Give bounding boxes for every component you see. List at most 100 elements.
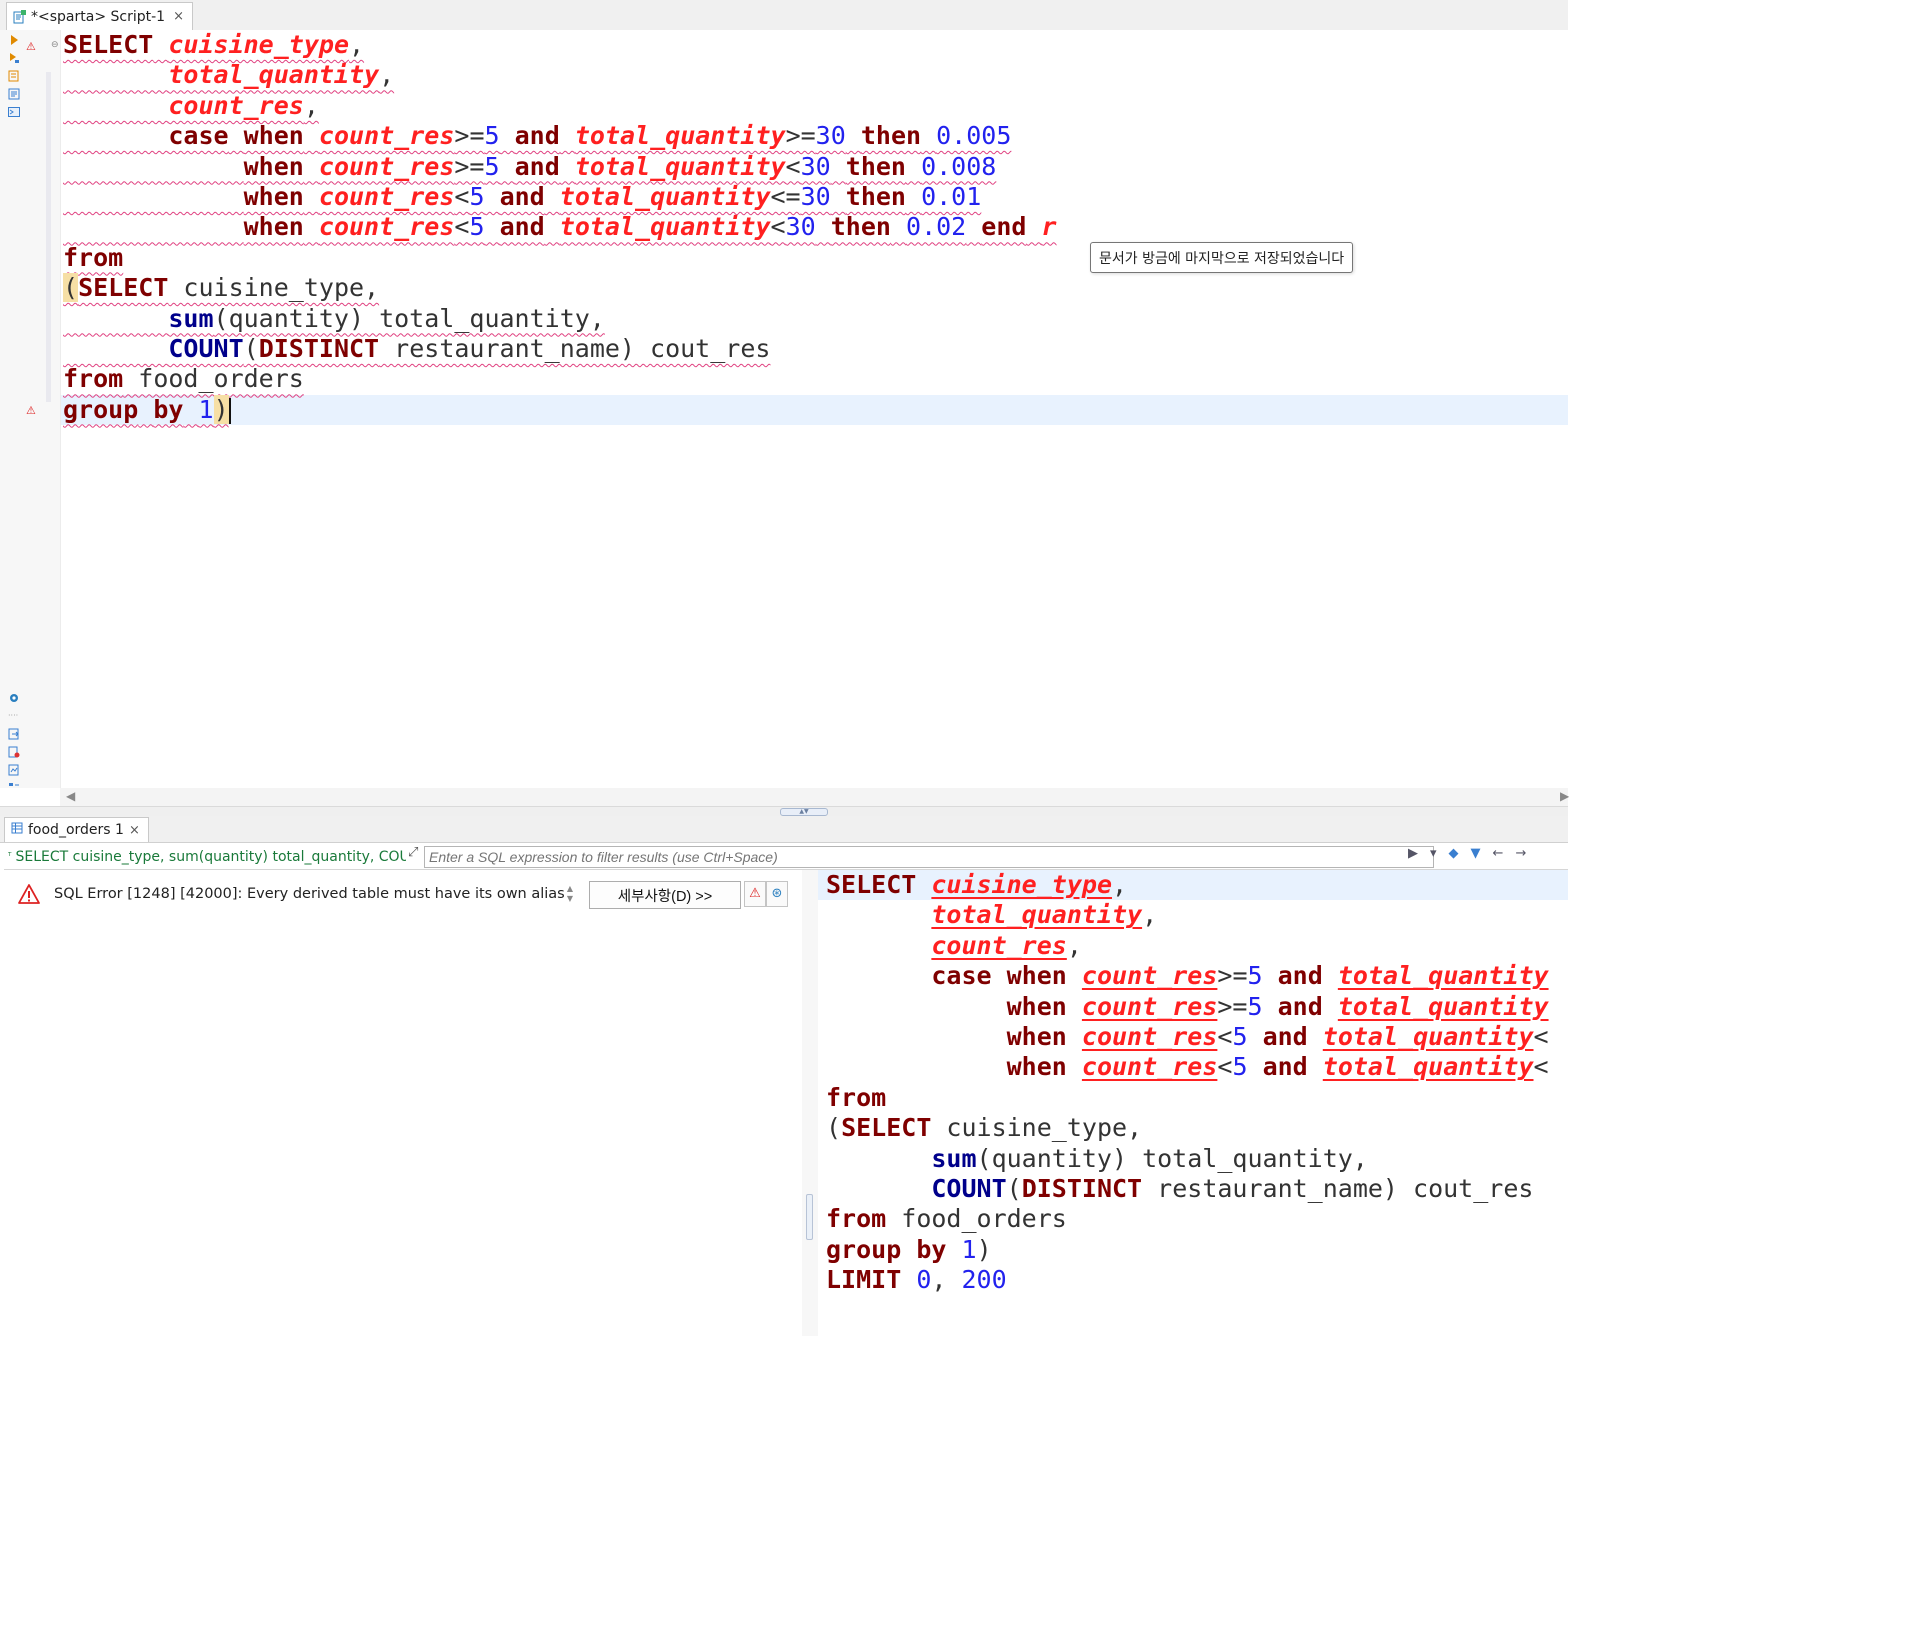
code-token: 0 xyxy=(916,1265,932,1295)
back-arrow-icon[interactable]: ← xyxy=(1493,846,1504,861)
warning-marker-icon[interactable]: ⚠ xyxy=(26,404,36,417)
code-token: DISTINCT xyxy=(1021,1173,1143,1203)
dropdown-chevron-icon[interactable]: ▾ xyxy=(1430,846,1437,861)
execute-script-icon[interactable] xyxy=(8,52,20,64)
code-line: group by 1) xyxy=(61,394,1568,426)
splitter-grip-icon[interactable] xyxy=(806,1194,813,1240)
code-token: ) xyxy=(976,1234,992,1264)
filter-expression-input[interactable] xyxy=(424,846,1434,868)
code-token: by xyxy=(916,1234,947,1264)
code-token: 0.008 xyxy=(921,151,997,181)
script-tab[interactable]: *<sparta> Script-1 × xyxy=(6,2,193,30)
code-token: 0.005 xyxy=(936,121,1012,151)
code-token: and xyxy=(499,212,545,242)
close-icon[interactable]: × xyxy=(173,9,184,24)
code-token: COUNT xyxy=(931,1173,1007,1203)
new-script-icon[interactable] xyxy=(8,746,20,758)
code-token: , xyxy=(303,90,319,120)
code-line: count_res, xyxy=(63,91,1563,121)
execute-new-tab-icon[interactable] xyxy=(8,70,20,82)
fold-toggle-icon[interactable]: ⊖ xyxy=(51,40,59,50)
eraser-icon[interactable]: ◆ xyxy=(1449,846,1459,861)
code-token: group xyxy=(63,394,139,424)
console-icon[interactable] xyxy=(8,106,20,118)
code-token: < xyxy=(454,212,470,242)
execute-statement-icon[interactable] xyxy=(8,34,20,46)
code-token: cuisine_type, xyxy=(931,1113,1143,1143)
code-token: , xyxy=(1066,930,1082,960)
code-line: count_res, xyxy=(826,931,1568,961)
forward-arrow-icon[interactable]: → xyxy=(1515,846,1526,861)
error-spinner-icon[interactable]: ▲ ▼ xyxy=(562,884,578,906)
code-line: total_quantity, xyxy=(826,900,1568,930)
editor-horizontal-scrollbar[interactable]: ◀ ▶ xyxy=(60,788,1569,806)
close-icon[interactable]: × xyxy=(129,823,140,838)
query-type-icon: ᵀ xyxy=(8,852,12,862)
error-query-splitter[interactable] xyxy=(802,870,818,1336)
code-token: 5 xyxy=(469,181,485,211)
code-token: count_res xyxy=(318,181,455,211)
executed-query-text: SELECT cuisine_type, total_quantity, cou… xyxy=(818,870,1568,1295)
filter-funnel-icon[interactable]: ▼ xyxy=(1471,846,1481,861)
code-token: < xyxy=(785,151,801,181)
code-token: 200 xyxy=(961,1265,1007,1295)
settings-gear-icon[interactable] xyxy=(8,692,20,704)
code-token: 0.02 xyxy=(906,212,967,242)
error-message: SQL Error [1248] [42000]: Every derived … xyxy=(18,884,565,904)
code-token: ( xyxy=(243,333,259,363)
load-script-icon[interactable] xyxy=(8,764,20,776)
scroll-left-icon[interactable]: ◀ xyxy=(66,789,75,803)
splitter-grip-icon[interactable]: ▲▼ xyxy=(780,808,828,816)
text-caret xyxy=(228,397,231,424)
code-token: food_orders xyxy=(123,364,304,394)
execution-log-icon[interactable]: ⊛ xyxy=(766,881,788,907)
code-token: total_quantity xyxy=(1322,1021,1534,1051)
details-button[interactable]: 세부사항(D) >> xyxy=(589,881,741,909)
play-arrow-icon[interactable]: ▶ xyxy=(1408,846,1418,861)
code-token: from xyxy=(63,242,124,272)
warning-marker-icon[interactable]: ⚠ xyxy=(26,40,36,53)
sql-editor[interactable]: ···· ⚠ ⚠ ⊖ SELECT cuisine_type, total_qu… xyxy=(0,30,1568,788)
code-token: when xyxy=(1006,1052,1067,1082)
code-token: total_quantity xyxy=(931,900,1143,930)
outline-icon[interactable] xyxy=(8,782,20,788)
code-token: total_quantity xyxy=(574,121,786,151)
code-token: SELECT xyxy=(826,870,917,899)
expand-icon[interactable]: ⤢ xyxy=(408,845,418,860)
explain-plan-icon[interactable] xyxy=(8,88,20,100)
code-token: and xyxy=(1277,961,1323,991)
export-icon[interactable] xyxy=(8,728,20,740)
scroll-right-icon[interactable]: ▶ xyxy=(1560,789,1569,803)
code-token: from xyxy=(826,1082,887,1112)
error-log-icon[interactable]: ⚠ xyxy=(744,881,766,907)
code-token: when xyxy=(243,121,304,151)
sql-script-text[interactable]: SELECT cuisine_type, total_quantity, cou… xyxy=(61,30,1568,426)
query-text-snippet[interactable]: ᵀ SELECT cuisine_type, sum(quantity) tot… xyxy=(8,847,406,867)
results-tab[interactable]: food_orders 1 × xyxy=(4,817,149,842)
code-line: when count_res<5 and total_quantity< xyxy=(826,1052,1568,1082)
code-token: 5 xyxy=(1232,1052,1248,1082)
code-token: 1 xyxy=(961,1234,977,1264)
code-line: case when count_res>=5 and total_quantit… xyxy=(63,121,1563,151)
code-token: cuisine_type xyxy=(931,870,1112,899)
code-token: < xyxy=(1217,1052,1233,1082)
error-message-text: SQL Error [1248] [42000]: Every derived … xyxy=(54,886,565,902)
code-token: and xyxy=(1277,991,1323,1021)
